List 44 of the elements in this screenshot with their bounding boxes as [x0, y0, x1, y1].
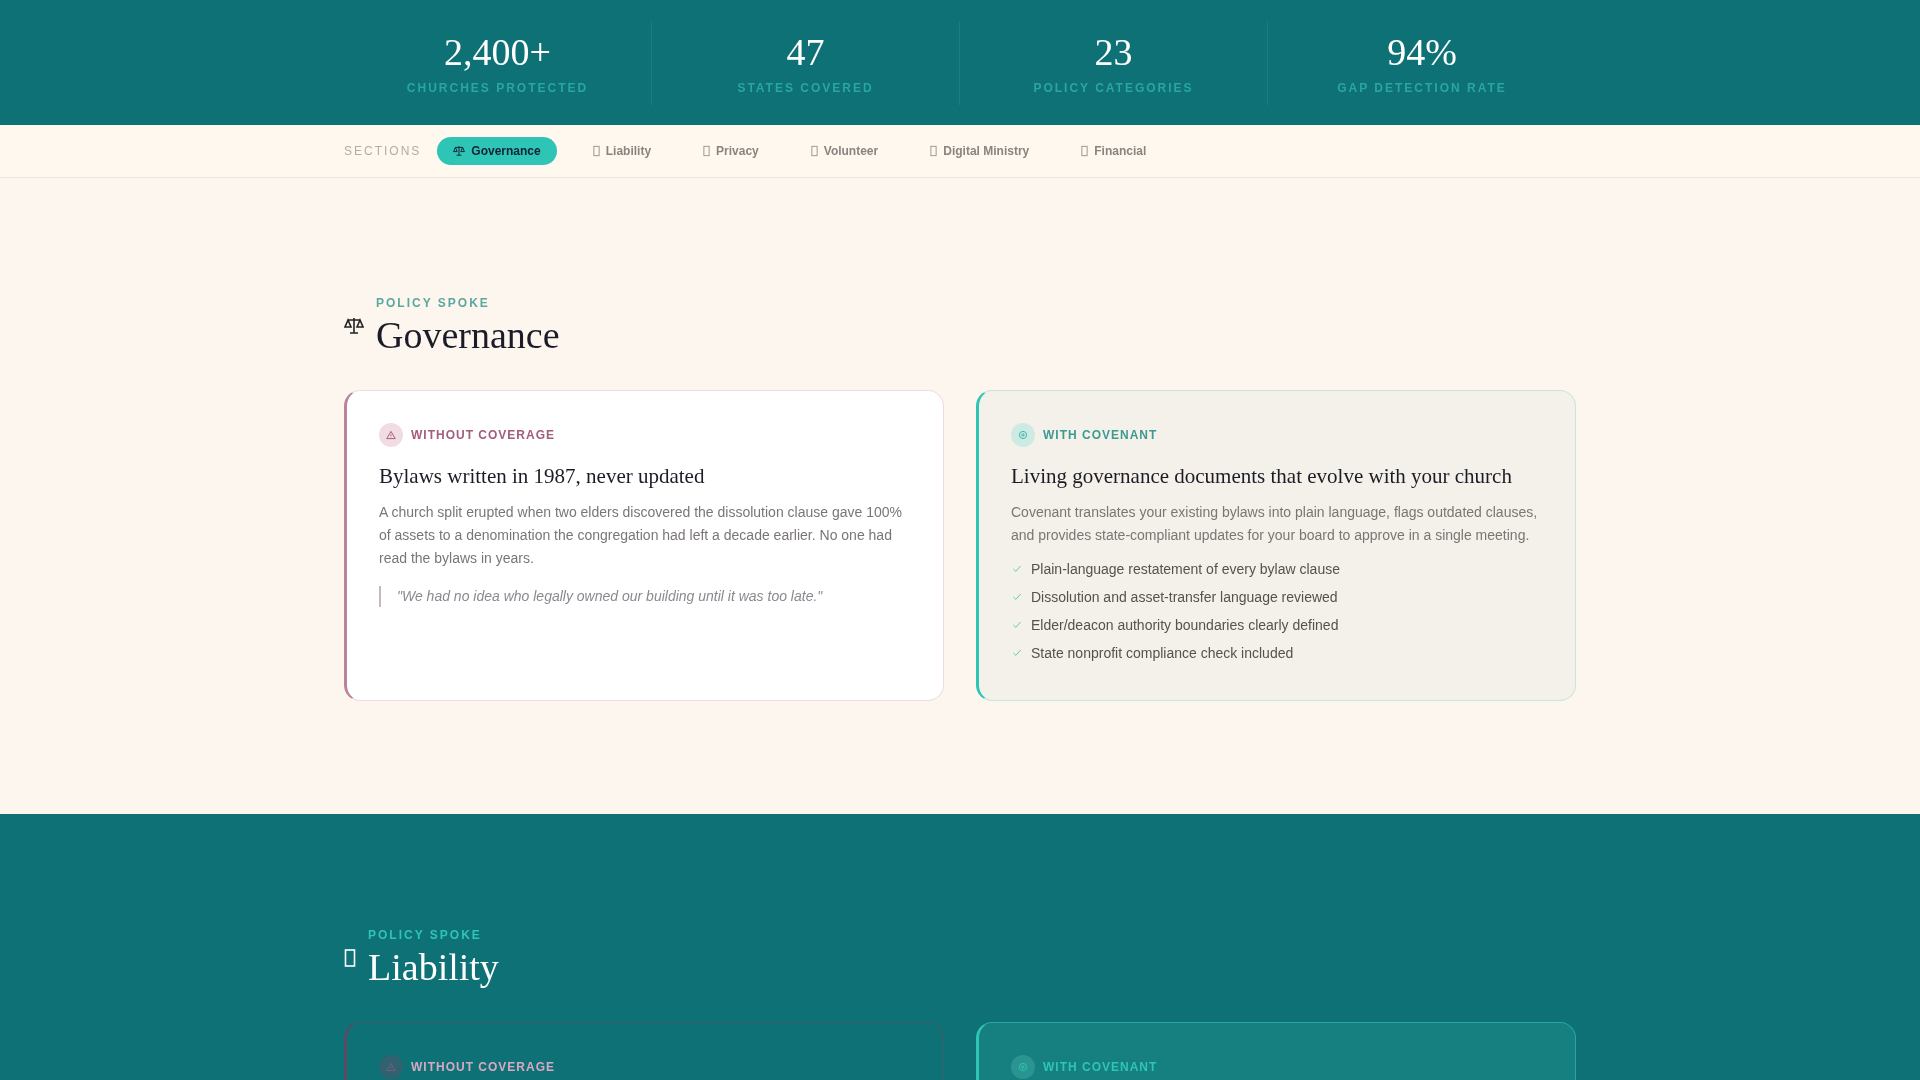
- check-icon: [1011, 619, 1023, 631]
- section-eyebrow: POLICY SPOKE: [368, 927, 483, 944]
- stat-value: 47: [786, 29, 825, 75]
- box-icon: [810, 145, 818, 157]
- card-label: WITHOUT COVERAGE: [411, 427, 555, 444]
- section-tab[interactable]: Digital Ministry: [914, 137, 1046, 165]
- card-label: WITHOUT COVERAGE: [411, 1059, 555, 1076]
- scales-icon: [453, 145, 466, 157]
- feature-point: Plain-language restatement of every bylaw clause: [1031, 559, 1340, 579]
- check-icon: [1011, 647, 1023, 659]
- target-icon: [1017, 1061, 1029, 1073]
- target-icon: [1017, 429, 1029, 441]
- box-icon: [1081, 145, 1089, 157]
- section-title: Governance: [376, 313, 560, 358]
- card-body: Covenant translates your existing bylaws into plain language, flags outdated clauses, and provides state-compliant updates for your board to approve in a single meeting.: [1011, 502, 1539, 545]
- box-icon: [930, 145, 938, 157]
- feature-point: State nonprofit compliance check included: [1031, 643, 1294, 663]
- warning-icon: [385, 429, 397, 441]
- card-quote: "We had no idea who legally owned our building until it was too late.": [379, 585, 911, 607]
- section-tab[interactable]: Privacy: [687, 137, 775, 165]
- card-title: Living governance documents that evolve with your church: [1011, 463, 1513, 490]
- section-tab[interactable]: Governance: [437, 137, 557, 165]
- stat-value: 23: [1094, 29, 1133, 75]
- stat-value: 94%: [1387, 29, 1457, 75]
- section-tab[interactable]: Financial: [1065, 137, 1163, 165]
- card-label: WITH COVENANT: [1043, 427, 1158, 444]
- feature-point: Dissolution and asset-transfer language reviewed: [1031, 587, 1338, 607]
- box-icon: [344, 948, 356, 968]
- card-title: Bylaws written in 1987, never updated: [379, 463, 706, 490]
- section-eyebrow: POLICY SPOKE: [376, 295, 491, 312]
- box-icon: [592, 145, 600, 157]
- check-icon: [1011, 563, 1023, 575]
- section-title: Liability: [368, 945, 499, 990]
- scales-icon: [344, 316, 364, 336]
- stat-value: 2,400+: [444, 29, 551, 75]
- card-body: A church split erupted when two elders discovered the dissolution clause gave 100% of assets to a denomination the congregation had left a decade earlier. No one had read the bylaws in years.: [379, 502, 903, 568]
- section-tab[interactable]: Liability: [576, 137, 668, 165]
- warning-icon: [385, 1061, 397, 1073]
- section-tab[interactable]: Volunteer: [794, 137, 895, 165]
- box-icon: [703, 145, 711, 157]
- nav-label: SECTIONS: [344, 143, 422, 160]
- feature-point: Elder/deacon authority boundaries clearly defined: [1031, 615, 1339, 635]
- check-icon: [1011, 591, 1023, 603]
- card-label: WITH COVENANT: [1043, 1059, 1158, 1076]
